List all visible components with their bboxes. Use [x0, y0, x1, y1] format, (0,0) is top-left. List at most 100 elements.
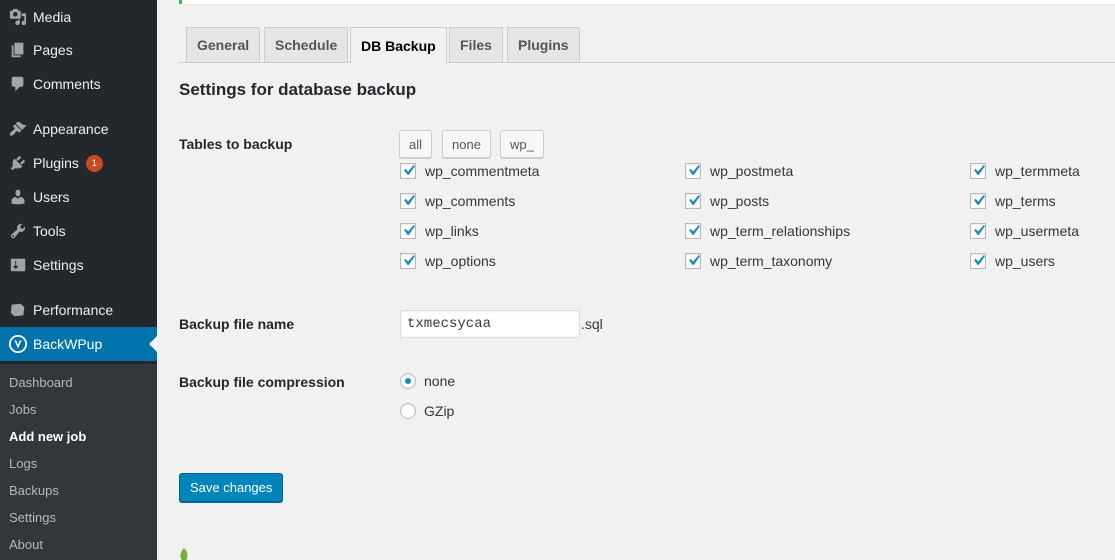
radio-label: GZip	[424, 403, 455, 419]
sidebar-item-appearance[interactable]: Appearance	[0, 112, 157, 146]
job-tabs: General Schedule DB Backup Files Plugins	[179, 27, 1115, 63]
sidebar-item-label: Pages	[33, 42, 73, 58]
tab-db-backup[interactable]: DB Backup	[350, 27, 447, 63]
checkbox[interactable]	[970, 163, 986, 179]
sidebar-item-pages[interactable]: Pages	[0, 33, 157, 67]
sidebar-item-users[interactable]: Users	[0, 180, 157, 214]
checkbox[interactable]	[685, 163, 701, 179]
submenu-item-jobs[interactable]: Jobs	[9, 402, 36, 417]
table-name-label: wp_posts	[710, 193, 770, 209]
table-checkbox-item[interactable]: wp_terms	[970, 193, 1056, 209]
compression-option-gzip[interactable]: GZip	[400, 403, 454, 419]
table-name-label: wp_usermeta	[995, 223, 1080, 239]
sidebar-item-media[interactable]: Media	[0, 0, 157, 34]
table-name-label: wp_term_relationships	[710, 223, 851, 239]
table-name-label: wp_users	[995, 253, 1055, 269]
checkbox[interactable]	[400, 253, 416, 269]
submenu-item-logs[interactable]: Logs	[9, 456, 37, 471]
checkbox[interactable]	[400, 163, 416, 179]
submenu-item-about[interactable]: About	[9, 537, 43, 552]
sidebar-item-label: Performance	[33, 302, 114, 318]
select-wp-prefix-button[interactable]: wp_	[500, 130, 544, 158]
sidebar-item-label: Plugins	[33, 155, 79, 171]
backup-filename-input[interactable]: txmecsycaa	[400, 310, 580, 338]
select-all-button[interactable]: all	[399, 130, 433, 158]
plugins-icon	[0, 154, 33, 172]
pages-icon	[0, 41, 33, 59]
tab-schedule[interactable]: Schedule	[264, 27, 349, 62]
table-checkbox-item[interactable]: wp_term_taxonomy	[685, 253, 832, 269]
submenu-item-add-new-job[interactable]: Add new job	[9, 429, 86, 444]
radio-none[interactable]	[400, 373, 416, 389]
table-checkbox-item[interactable]: wp_postmeta	[685, 163, 793, 179]
sidebar-item-plugins[interactable]: Plugins 1	[0, 146, 157, 180]
table-checkbox-item[interactable]: wp_options	[400, 253, 496, 269]
select-none-button[interactable]: none	[442, 130, 491, 158]
checkbox[interactable]	[970, 223, 986, 239]
admin-sidebar: Media Pages Comments Appearance Plugins …	[0, 0, 157, 560]
table-checkbox-item[interactable]: wp_users	[970, 253, 1055, 269]
backwpup-submenu: Dashboard Jobs Add new job Logs Backups …	[0, 364, 157, 560]
checkbox[interactable]	[970, 253, 986, 269]
tab-files[interactable]: Files	[449, 27, 503, 62]
leaf-icon	[180, 548, 188, 560]
sidebar-item-label: Comments	[33, 76, 101, 92]
table-checkbox-item[interactable]: wp_links	[400, 223, 479, 239]
table-name-label: wp_links	[425, 223, 479, 239]
table-name-label: wp_term_taxonomy	[710, 253, 833, 269]
table-name-label: wp_comments	[425, 193, 516, 209]
table-checkbox-item[interactable]: wp_termmeta	[970, 163, 1080, 179]
checkbox[interactable]	[400, 223, 416, 239]
checkbox[interactable]	[400, 193, 416, 209]
table-name-label: wp_commentmeta	[425, 163, 540, 179]
compression-option-none[interactable]: none	[400, 373, 455, 389]
settings-sliders-icon	[0, 256, 33, 274]
backwpup-footer-logo	[177, 548, 191, 560]
filename-label: Backup file name	[179, 316, 295, 332]
sidebar-item-label: Media	[33, 9, 72, 25]
table-checkbox-item[interactable]: wp_usermeta	[970, 223, 1079, 239]
comments-icon	[0, 75, 33, 93]
checkbox[interactable]	[970, 193, 986, 209]
table-checkbox-item[interactable]: wp_commentmeta	[400, 163, 539, 179]
tables-label: Tables to backup	[179, 136, 293, 152]
sidebar-item-label: Users	[33, 189, 70, 205]
users-icon	[0, 188, 33, 206]
admin-notice	[179, 0, 1115, 4]
appearance-icon	[0, 120, 33, 138]
compression-label: Backup file compression	[179, 374, 345, 390]
table-checkbox-item[interactable]: wp_posts	[685, 193, 769, 209]
submenu-item-dashboard[interactable]: Dashboard	[9, 375, 73, 390]
sidebar-item-tools[interactable]: Tools	[0, 214, 157, 248]
wrench-icon	[0, 222, 33, 240]
sidebar-item-comments[interactable]: Comments	[0, 67, 157, 101]
submenu-item-settings[interactable]: Settings	[9, 510, 56, 525]
table-name-label: wp_termmeta	[995, 163, 1080, 179]
sidebar-item-label: Tools	[33, 223, 66, 239]
tab-plugins[interactable]: Plugins	[507, 27, 580, 62]
performance-icon	[0, 301, 33, 319]
sidebar-item-performance[interactable]: Performance	[0, 293, 157, 327]
checkbox[interactable]	[685, 223, 701, 239]
sidebar-item-settings[interactable]: Settings	[0, 248, 157, 282]
plugins-update-badge: 1	[85, 154, 103, 172]
sidebar-item-backwpup[interactable]: BackWPup	[0, 327, 157, 361]
checkbox[interactable]	[685, 193, 701, 209]
submenu-item-backups[interactable]: Backups	[9, 483, 59, 498]
sidebar-item-label: Appearance	[33, 121, 109, 137]
save-button[interactable]: Save changes	[179, 473, 284, 502]
table-checkbox-item[interactable]: wp_comments	[400, 193, 515, 209]
radio-gzip[interactable]	[400, 403, 416, 419]
file-extension: .sql	[581, 316, 603, 332]
backwpup-icon	[0, 335, 33, 353]
main-content: General Schedule DB Backup Files Plugins…	[157, 0, 1115, 560]
section-title: Settings for database backup	[179, 80, 417, 99]
table-name-label: wp_options	[425, 253, 496, 269]
sidebar-item-label: Settings	[33, 257, 84, 273]
sidebar-item-label: BackWPup	[33, 336, 103, 352]
checkbox[interactable]	[685, 253, 701, 269]
table-name-label: wp_terms	[995, 193, 1056, 209]
tab-general[interactable]: General	[186, 27, 261, 62]
table-checkbox-item[interactable]: wp_term_relationships	[685, 223, 850, 239]
table-name-label: wp_postmeta	[710, 163, 794, 179]
